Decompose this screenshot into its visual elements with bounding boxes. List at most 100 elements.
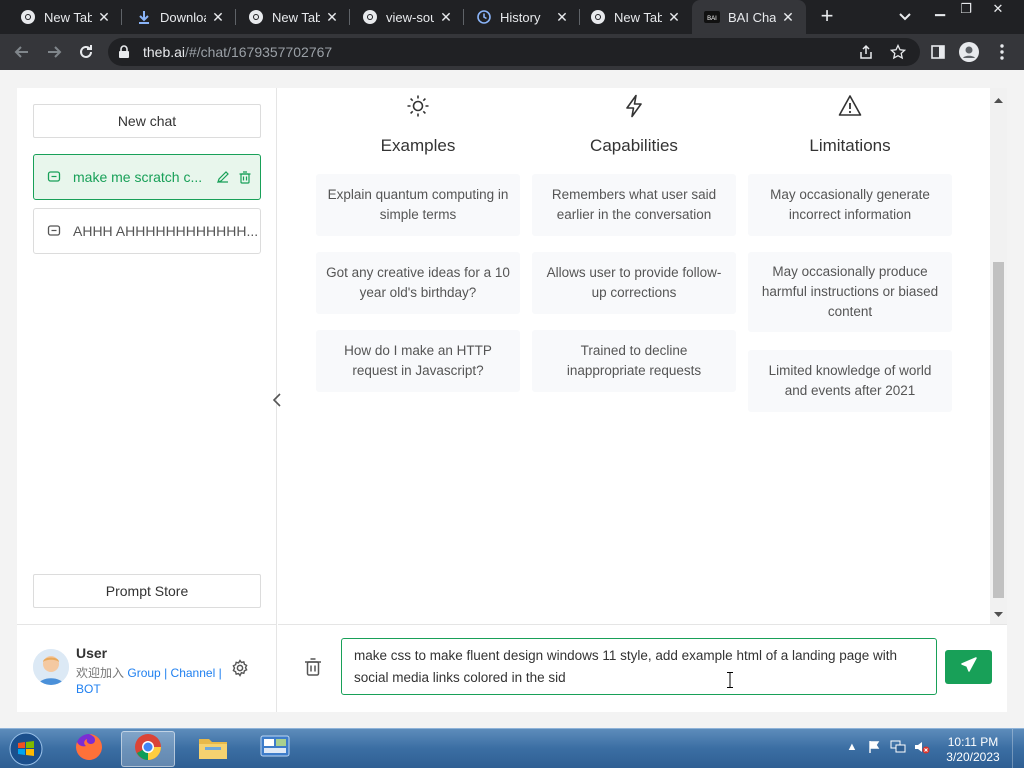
delete-icon[interactable]: [238, 170, 252, 184]
action-center-flag-icon[interactable]: [866, 739, 882, 755]
scroll-up-arrow-icon[interactable]: [994, 92, 1003, 103]
url-text: theb.ai/#/chat/1679357702767: [143, 44, 332, 60]
chat-list-item-active[interactable]: make me scratch c...: [33, 154, 261, 200]
tab-downloads[interactable]: Downloads ✕: [122, 0, 236, 34]
example-prompt-card[interactable]: Got any creative ideas for a 10 year old…: [316, 252, 520, 314]
download-icon: [136, 9, 152, 25]
tab-history[interactable]: History ✕: [464, 0, 580, 34]
example-prompt-card[interactable]: Explain quantum computing in simple term…: [316, 174, 520, 236]
column-heading: Limitations: [809, 136, 891, 155]
network-icon[interactable]: [890, 739, 906, 755]
show-desktop-button[interactable]: [1012, 729, 1024, 768]
scrollbar-thumb[interactable]: [993, 262, 1004, 598]
bookmark-star-icon[interactable]: [888, 42, 908, 62]
chat-bubble-icon: [47, 224, 61, 238]
limitation-card: May occasionally generate incorrect info…: [748, 174, 952, 236]
menu-dots-icon[interactable]: [992, 42, 1012, 62]
tab-title: New Tab: [44, 9, 92, 25]
join-text: 欢迎加入: [76, 666, 125, 680]
taskbar-control-panel[interactable]: [248, 731, 302, 767]
forward-button[interactable]: [43, 41, 65, 63]
tab-close-icon[interactable]: ✕: [438, 9, 454, 25]
chat-item-label: make me scratch c...: [73, 169, 203, 185]
close-window-button[interactable]: ✕: [984, 0, 1012, 20]
tab-close-icon[interactable]: ✕: [210, 9, 226, 25]
tab-close-icon[interactable]: ✕: [780, 9, 796, 25]
bot-link[interactable]: BOT: [76, 682, 101, 696]
send-button[interactable]: [945, 650, 992, 684]
tab-bai-chat[interactable]: BAI BAI Chat ✕: [692, 0, 806, 34]
capability-card: Remembers what user said earlier in the …: [532, 174, 736, 236]
minimize-button[interactable]: ▁: [926, 0, 954, 20]
system-clock[interactable]: 10:11 PM 3/20/2023: [938, 735, 1008, 765]
tab-close-icon[interactable]: ✕: [666, 9, 682, 25]
tab-new-tab-1[interactable]: New Tab ✕: [0, 0, 122, 34]
url-host: theb.ai: [143, 44, 186, 60]
clock-time: 10:11 PM: [947, 735, 999, 749]
user-name: User: [76, 645, 108, 661]
browser-toolbar: theb.ai/#/chat/1679357702767: [0, 34, 1024, 70]
tab-search-icon[interactable]: [896, 7, 914, 25]
tab-close-icon[interactable]: ✕: [96, 9, 112, 25]
tab-close-icon[interactable]: ✕: [554, 9, 570, 25]
message-input[interactable]: make css to make fluent design windows 1…: [341, 638, 937, 695]
tray-overflow-arrow-icon[interactable]: ▲: [844, 739, 860, 755]
edit-icon[interactable]: [216, 170, 230, 184]
column-heading: Capabilities: [590, 136, 678, 155]
side-panel-icon[interactable]: [928, 42, 948, 62]
tab-title: New Tab: [272, 9, 320, 25]
browser-tab-strip: New Tab ✕ Downloads ✕ New Tab ✕ view-sou…: [0, 0, 1024, 34]
tab-new-tab-2[interactable]: New Tab ✕: [236, 0, 350, 34]
control-panel-icon: [259, 733, 291, 766]
history-icon: [476, 9, 492, 25]
reload-button[interactable]: [75, 41, 97, 63]
firefox-icon: [74, 732, 104, 767]
chrome-icon: [20, 9, 36, 25]
user-panel: User 欢迎加入 Group | Channel | BOT: [17, 624, 277, 712]
taskbar-chrome[interactable]: [121, 731, 175, 767]
chrome-icon: [362, 9, 378, 25]
tab-title: New Tab: [614, 9, 662, 25]
screen: { "browser": { "tabs": [ {"title": "New …: [0, 0, 1024, 768]
new-tab-button[interactable]: +: [816, 5, 838, 27]
example-prompt-card[interactable]: How do I make an HTTP request in Javascr…: [316, 330, 520, 392]
link-separator: |: [218, 666, 222, 680]
limitation-card: May occasionally produce harmful instruc…: [748, 252, 952, 332]
channel-link[interactable]: Channel: [171, 666, 216, 680]
tab-close-icon[interactable]: ✕: [324, 9, 340, 25]
scroll-down-arrow-icon[interactable]: [994, 606, 1003, 617]
lightning-icon: [622, 94, 646, 118]
back-button[interactable]: [11, 41, 33, 63]
avatar[interactable]: [33, 649, 69, 685]
limitation-card: Limited knowledge of world and events af…: [748, 350, 952, 412]
share-icon[interactable]: [856, 42, 876, 62]
chrome-icon: [133, 732, 163, 767]
taskbar-file-explorer[interactable]: [186, 731, 240, 767]
welcome-panel: Examples Explain quantum computing in si…: [278, 88, 1007, 624]
tab-view-source[interactable]: view-source ✕: [350, 0, 464, 34]
bai-icon: BAI: [704, 9, 720, 25]
tab-new-tab-3[interactable]: New Tab ✕: [580, 0, 692, 34]
prompt-store-button[interactable]: Prompt Store: [33, 574, 261, 608]
sidebar: New chat make me scratch c... AHHH AHHHH…: [17, 88, 277, 712]
start-button[interactable]: [4, 731, 48, 767]
chat-bubble-icon: [47, 170, 61, 184]
settings-gear-icon[interactable]: [231, 659, 249, 677]
scrollbar[interactable]: [990, 88, 1007, 624]
group-link[interactable]: Group: [127, 666, 160, 680]
address-bar[interactable]: theb.ai/#/chat/1679357702767: [108, 38, 920, 66]
chat-list-item[interactable]: AHHH AHHHHHHHHHHHH...: [33, 208, 261, 254]
link-separator: |: [164, 666, 168, 680]
restore-button[interactable]: ❐: [952, 0, 980, 20]
clock-date: 3/20/2023: [946, 750, 1000, 764]
new-chat-button[interactable]: New chat: [33, 104, 261, 138]
composer: make css to make fluent design windows 1…: [278, 624, 1007, 712]
capability-card: Trained to decline inappropriate request…: [532, 330, 736, 392]
file-explorer-icon: [197, 733, 229, 766]
warning-icon: [838, 94, 862, 118]
tab-title: view-source: [386, 9, 434, 25]
taskbar-firefox[interactable]: [62, 731, 116, 767]
volume-muted-icon[interactable]: [914, 739, 930, 755]
profile-icon[interactable]: [959, 42, 979, 62]
clear-chat-trash-icon[interactable]: [304, 657, 324, 679]
